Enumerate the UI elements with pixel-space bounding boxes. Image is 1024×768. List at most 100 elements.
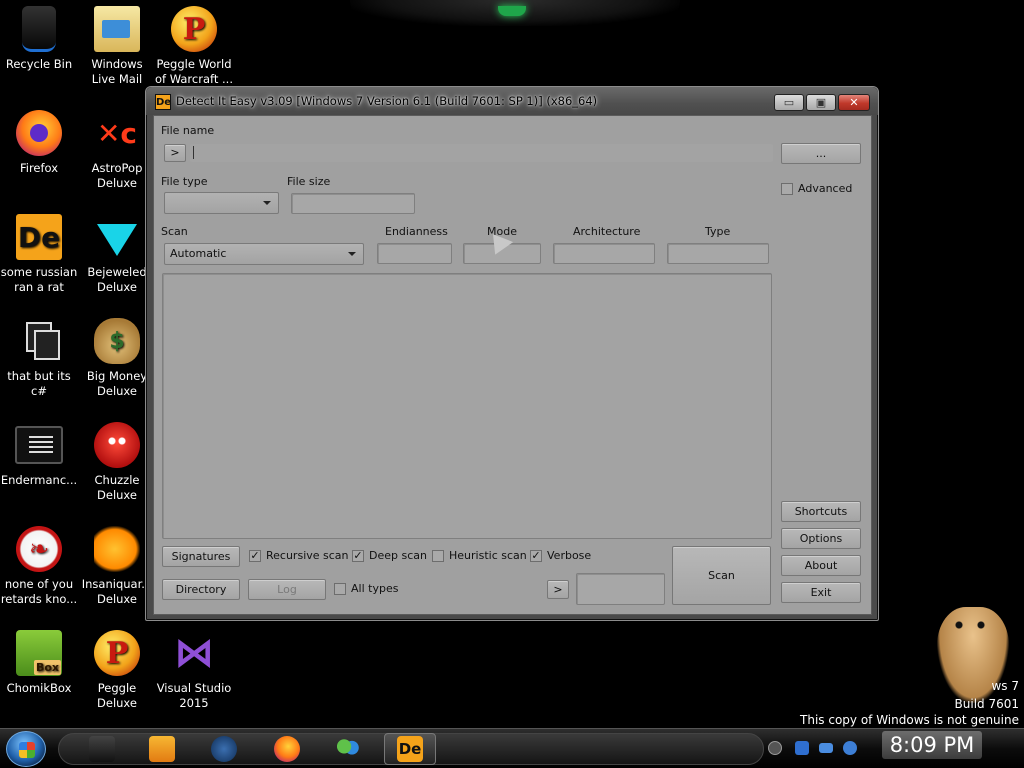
desktop-icon-label: Visual Studio 2015 <box>156 681 232 710</box>
tray-display-icon[interactable] <box>819 743 833 753</box>
recursive-scan-checkbox-box: ✓ <box>249 548 261 562</box>
desktop-icon-label: none of you retards kno... <box>0 577 78 606</box>
close-button[interactable]: ✕ <box>838 94 870 111</box>
all-types-label: All types <box>351 582 399 595</box>
advanced-checkbox-box <box>781 182 793 195</box>
money-bag-icon: $ <box>94 318 140 364</box>
signatures-button[interactable]: Signatures <box>162 546 240 567</box>
recycle-bin-icon <box>22 6 56 52</box>
desktop-icon-label: Peggle World of Warcraft ... <box>155 57 233 86</box>
taskbar-firefox[interactable] <box>267 733 307 765</box>
desktop-icon-chomikbox[interactable]: ChomikBox <box>0 630 78 696</box>
start-button[interactable] <box>6 731 46 767</box>
taskbar-messenger[interactable] <box>328 733 368 765</box>
messenger-icon <box>335 736 361 762</box>
heuristic-scan-label: Heuristic scan <box>449 549 527 562</box>
recursive-scan-checkbox[interactable]: ✓ Recursive scan <box>249 549 349 562</box>
desktop-icon-label: ChomikBox <box>6 681 72 695</box>
all-types-checkbox-box <box>334 582 346 595</box>
desktop-icon-russian-rat[interactable]: De some russian ran a rat <box>0 214 78 295</box>
browse-button[interactable]: ... <box>781 143 861 164</box>
scan-button[interactable]: Scan <box>672 546 771 605</box>
desktop-icon-endermanch[interactable]: Endermanc... <box>0 422 78 488</box>
next-arrow-button[interactable]: > <box>547 580 569 599</box>
about-button[interactable]: About <box>781 555 861 576</box>
log-button[interactable]: Log <box>248 579 326 600</box>
architecture-field <box>553 243 655 264</box>
heuristic-scan-checkbox-box <box>432 549 444 562</box>
window-title: Detect It Easy v3.09 [Windows 7 Version … <box>176 94 598 108</box>
gem-icon <box>97 224 137 256</box>
desktop-icon-peggle-wow[interactable]: P Peggle World of Warcraft ... <box>155 6 233 87</box>
advanced-checkbox[interactable]: Advanced <box>781 182 852 195</box>
chomikbox-icon <box>16 630 62 676</box>
scan-results-panel[interactable] <box>162 273 772 539</box>
recursive-scan-label: Recursive scan <box>266 549 349 562</box>
endianness-field <box>377 243 452 264</box>
heuristic-scan-checkbox[interactable]: Heuristic scan <box>432 549 527 562</box>
media-player-icon <box>149 736 175 762</box>
options-button[interactable]: Options <box>781 528 861 549</box>
taskbar-media-player[interactable] <box>142 733 182 765</box>
text-caret <box>193 146 194 159</box>
desktop-icon-visual-studio[interactable]: ⋈ Visual Studio 2015 <box>155 630 233 711</box>
exit-button[interactable]: Exit <box>781 582 861 603</box>
file-size-field[interactable] <box>291 193 415 214</box>
minimize-button[interactable]: ▭ <box>774 94 804 111</box>
tray-volume-icon[interactable] <box>843 741 857 755</box>
verbose-label: Verbose <box>547 549 592 562</box>
chuzzle-icon <box>94 422 140 468</box>
wallpaper-green-light <box>498 6 526 16</box>
advanced-label: Advanced <box>798 182 853 195</box>
type-label: Type <box>705 225 731 238</box>
endianness-label: Endianness <box>385 225 448 238</box>
deep-scan-checkbox[interactable]: ✓ Deep scan <box>352 549 427 562</box>
desktop-icon-firefox[interactable]: Firefox <box>0 110 78 176</box>
peggle-icon: P <box>94 630 140 676</box>
mail-icon <box>94 6 140 52</box>
progress-field <box>576 573 665 605</box>
detect-it-easy-window: De Detect It Easy v3.09 [Windows 7 Versi… <box>145 86 879 621</box>
firefox-icon <box>274 736 300 762</box>
text-document-icon <box>15 426 63 464</box>
taskbar-clock[interactable]: 8:09 PM <box>882 731 982 759</box>
scan-mode-combo[interactable]: Automatic <box>164 243 364 265</box>
shortcuts-button[interactable]: Shortcuts <box>781 501 861 522</box>
desktop-icon-recycle-bin[interactable]: Recycle Bin <box>0 6 78 72</box>
detect-it-easy-icon: De <box>397 736 423 762</box>
taskbar-media-center[interactable] <box>82 733 122 765</box>
desktop-icon-label: some russian ran a rat <box>0 265 78 294</box>
taskbar-browser[interactable] <box>204 733 244 765</box>
desktop-icon-peggle-deluxe[interactable]: P Peggle Deluxe <box>78 630 156 711</box>
taskbar-detect-it-easy[interactable]: De <box>384 733 436 765</box>
desktop-icon-label: Recycle Bin <box>5 57 73 71</box>
desktop-icon-label: Endermanc... <box>0 473 78 487</box>
desktop-icon-none-of-you[interactable]: ❧ none of you retards kno... <box>0 526 78 607</box>
desktop-icon-windows-live-mail[interactable]: Windows Live Mail <box>78 6 156 87</box>
maximize-button[interactable]: ▣ <box>806 94 836 111</box>
tray-show-hidden-icon[interactable] <box>768 741 782 755</box>
firefox-icon <box>16 110 62 156</box>
file-size-label: File size <box>287 175 331 188</box>
file-type-combo[interactable] <box>164 192 279 214</box>
file-open-arrow-button[interactable]: > <box>164 144 186 162</box>
app-logo-icon: De <box>155 94 171 110</box>
chevron-down-icon <box>263 201 271 205</box>
deep-scan-label: Deep scan <box>369 549 427 562</box>
window-titlebar[interactable]: De Detect It Easy v3.09 [Windows 7 Versi… <box>146 87 878 115</box>
scan-mode-value: Automatic <box>170 247 227 260</box>
watermark-os: ws 7 <box>991 679 1019 693</box>
detect-it-easy-icon: De <box>16 214 62 260</box>
desktop-icon-label: Firefox <box>19 161 59 175</box>
desktop-icon-that-but-csharp[interactable]: that but its c# <box>0 318 78 399</box>
wallpaper-logo <box>350 0 680 26</box>
tray-network-icon[interactable] <box>795 741 809 755</box>
all-types-checkbox[interactable]: All types <box>334 582 398 595</box>
verbose-checkbox[interactable]: ✓ Verbose <box>530 549 591 562</box>
directory-button[interactable]: Directory <box>162 579 240 600</box>
file-type-label: File type <box>161 175 208 188</box>
window-client-area: File name > ... File type File size Adva… <box>153 115 872 615</box>
file-name-field[interactable] <box>190 144 773 162</box>
media-center-icon <box>89 736 115 762</box>
watermark-not-genuine: This copy of Windows is not genuine <box>800 713 1019 727</box>
